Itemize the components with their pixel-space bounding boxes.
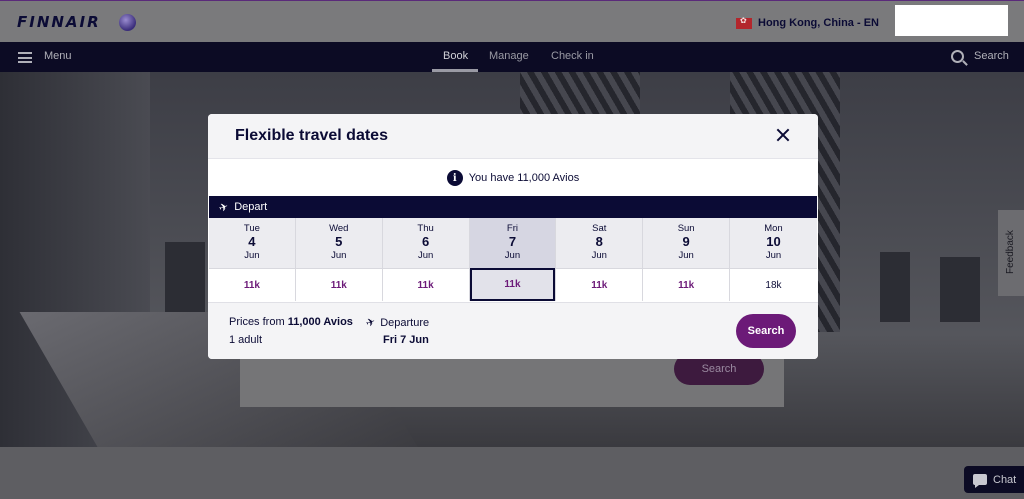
date-option-mon-10[interactable]: Mon 10 Jun 18k — [730, 218, 817, 301]
feedback-tab[interactable]: Feedback — [998, 210, 1024, 296]
nav-bar: Menu Book Manage Check in Search — [0, 42, 1024, 72]
date-price[interactable]: 11k — [382, 268, 469, 301]
search-icon[interactable] — [951, 50, 964, 63]
month: Jun — [504, 250, 521, 261]
weekday: Thu — [417, 223, 434, 234]
date-selector: Tue 4 Jun 11k Wed 5 Jun 11k Thu 6 Jun 11… — [209, 218, 817, 301]
depart-label: Depart — [234, 201, 268, 213]
date-header: Fri 7 Jun — [469, 218, 556, 268]
day-number: 9 — [682, 234, 690, 249]
building-far-right — [880, 252, 910, 322]
hamburger-menu-icon[interactable] — [18, 52, 32, 63]
finnair-logo[interactable]: FINNAIR — [17, 13, 101, 31]
date-price[interactable]: 18k — [730, 268, 817, 301]
avios-balance-text: You have 11,000 Avios — [468, 172, 580, 184]
weekday: Sun — [677, 223, 695, 234]
login-area[interactable] — [895, 5, 1008, 36]
date-header: Sat 8 Jun — [556, 218, 643, 268]
top-bar: FINNAIR Hong Kong, China - EN — [0, 0, 1024, 42]
day-number: 6 — [421, 234, 430, 249]
month: Jun — [244, 250, 260, 261]
month: Jun — [417, 250, 434, 261]
day-number: 8 — [595, 234, 603, 249]
prices-from-label: Prices from — [229, 316, 285, 328]
month: Jun — [678, 250, 694, 261]
date-price[interactable]: 11k — [209, 268, 295, 301]
departure-label: Departure — [380, 316, 430, 329]
departure-date: Fri 7 Jun — [383, 334, 429, 346]
building-mid-left — [165, 242, 205, 322]
weekday: Sat — [592, 223, 607, 234]
page-footer-area — [0, 447, 1024, 499]
locale-label: Hong Kong, China - EN — [758, 17, 879, 29]
locale-selector[interactable]: Hong Kong, China - EN — [736, 15, 879, 31]
date-header: Wed 5 Jun — [295, 218, 382, 268]
feedback-label: Feedback — [1005, 230, 1016, 274]
chat-button[interactable]: Chat — [964, 466, 1024, 493]
month: Jun — [765, 250, 782, 261]
plane-takeoff-icon: ✈ — [217, 199, 231, 215]
date-header: Tue 4 Jun — [209, 218, 295, 268]
date-header: Thu 6 Jun — [382, 218, 469, 268]
weekday: Fri — [506, 223, 518, 234]
oneworld-logo-icon — [119, 14, 136, 31]
date-option-wed-5[interactable]: Wed 5 Jun 11k — [295, 218, 383, 301]
date-option-thu-6[interactable]: Thu 6 Jun 11k — [382, 218, 470, 301]
avios-balance-row: i You have 11,000 Avios — [208, 166, 818, 190]
modal-footer: Prices from 11,000 Avios 1 adult ✈ Depar… — [208, 302, 818, 359]
date-header: Mon 10 Jun — [730, 218, 817, 268]
close-icon[interactable] — [776, 128, 790, 142]
day-number: 7 — [508, 234, 517, 249]
prices-from-value: 11,000 Avios — [287, 316, 353, 328]
date-option-fri-7-selected[interactable]: Fri 7 Jun 11k — [469, 218, 557, 301]
day-number: 4 — [248, 234, 256, 249]
weekday: Wed — [329, 223, 349, 234]
date-price[interactable]: 11k — [643, 268, 730, 301]
weekday: Tue — [243, 223, 260, 234]
modal-header: Flexible travel dates — [208, 114, 818, 159]
menu-button[interactable]: Menu — [44, 50, 72, 62]
tab-check-in[interactable]: Check in — [551, 50, 594, 62]
date-option-tue-4[interactable]: Tue 4 Jun 11k — [209, 218, 296, 301]
day-number: 5 — [335, 234, 343, 249]
depart-section-header: ✈ Depart — [209, 196, 817, 218]
chat-bubble-icon — [973, 474, 987, 488]
weekday: Mon — [764, 223, 783, 234]
date-price[interactable]: 11k — [295, 268, 382, 301]
day-number: 10 — [766, 234, 781, 249]
date-header: Sun 9 Jun — [643, 218, 730, 268]
date-price[interactable]: 11k — [469, 268, 556, 301]
prices-from: Prices from 11,000 Avios — [229, 316, 353, 328]
search-button[interactable]: Search — [736, 314, 796, 348]
tab-manage[interactable]: Manage — [489, 50, 529, 62]
info-icon: i — [446, 170, 463, 186]
chat-label: Chat — [993, 473, 1017, 486]
flexible-dates-modal: Flexible travel dates i You have 11,000 … — [208, 114, 818, 359]
date-price[interactable]: 11k — [556, 268, 643, 301]
month: Jun — [591, 250, 607, 261]
date-option-sat-8[interactable]: Sat 8 Jun 11k — [556, 218, 644, 301]
tab-book[interactable]: Book — [443, 50, 468, 62]
modal-title: Flexible travel dates — [235, 127, 388, 144]
building-far-right-2 — [940, 257, 980, 322]
plane-takeoff-icon: ✈ — [364, 315, 378, 331]
passenger-count: 1 adult — [229, 334, 263, 346]
departure-summary: ✈ Departure — [364, 315, 430, 331]
month: Jun — [331, 250, 347, 261]
hong-kong-flag-icon — [736, 16, 752, 29]
nav-search-button[interactable]: Search — [974, 50, 1009, 62]
date-option-sun-9[interactable]: Sun 9 Jun 11k — [643, 218, 731, 301]
